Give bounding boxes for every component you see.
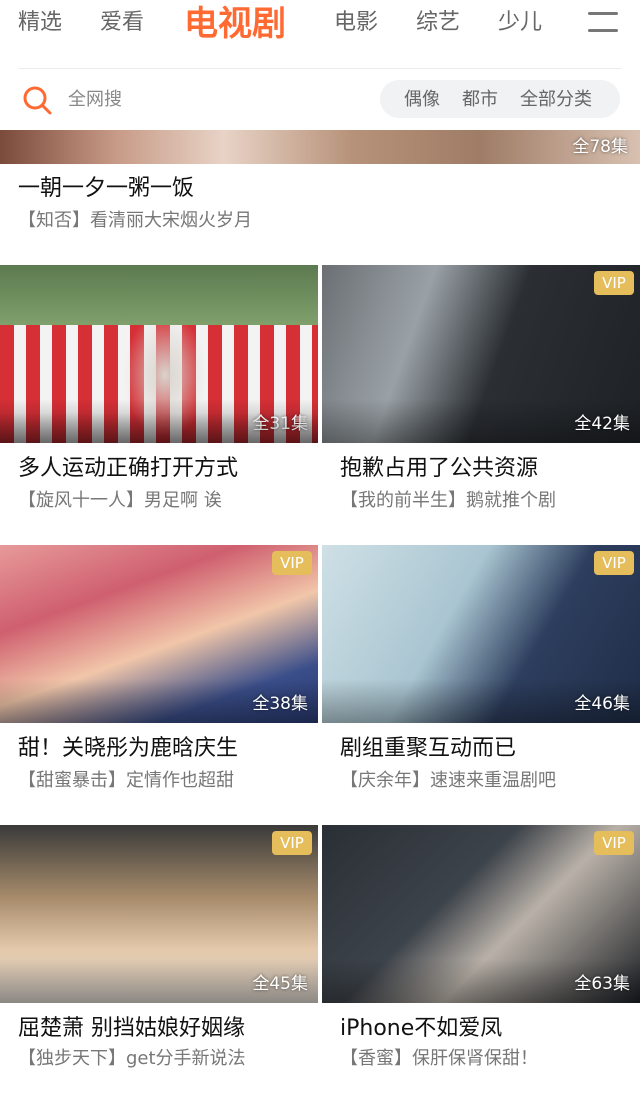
banner-title[interactable]: 一朝一夕一粥一饭 [18,174,194,204]
video-thumbnail[interactable]: VIP 全38集 [0,545,318,723]
search-icon[interactable] [22,85,52,115]
nav-divider [18,68,622,69]
video-title[interactable]: 剧组重聚互动而已 [340,734,516,764]
banner-thumbnail[interactable]: 全78集 [0,130,640,164]
tab-featured[interactable]: 精选 [18,8,62,38]
vip-badge: VIP [272,831,312,855]
tab-kids[interactable]: 少儿 [498,8,542,38]
video-title[interactable]: 抱歉占用了公共资源 [340,454,538,484]
search-input[interactable]: 全网搜 [68,88,122,112]
vip-badge: VIP [272,551,312,575]
video-subtitle: 【香蜜】保肝保肾保甜！ [340,1048,538,1069]
video-thumbnail[interactable]: VIP 全42集 [322,265,640,443]
episode-count: 全31集 [252,414,308,434]
filter-idol[interactable]: 偶像 [404,89,440,111]
vip-badge: VIP [594,831,634,855]
tab-tv-series[interactable]: 电视剧 [184,2,286,46]
episode-count: 全63集 [574,974,630,994]
tab-movies[interactable]: 电影 [334,8,378,38]
filter-urban[interactable]: 都市 [462,89,498,111]
tab-favorites[interactable]: 爱看 [100,8,144,38]
video-title[interactable]: 屈楚萧 别挡姑娘好姻缘 [18,1014,245,1044]
vip-badge: VIP [594,551,634,575]
video-subtitle: 【旋风十一人】男足啊 诶 [18,490,222,511]
video-title[interactable]: iPhone不如爱凤 [340,1014,502,1044]
video-thumbnail[interactable]: VIP 全46集 [322,545,640,723]
hamburger-icon[interactable] [588,10,618,36]
video-thumbnail[interactable]: VIP 全45集 [0,825,318,1003]
filter-all-categories[interactable]: 全部分类 [520,89,592,111]
episode-count: 全45集 [252,974,308,994]
video-title[interactable]: 甜！关晓彤为鹿晗庆生 [18,734,238,764]
video-title[interactable]: 多人运动正确打开方式 [18,454,238,484]
banner-subtitle: 【知否】看清丽大宋烟火岁月 [18,210,252,231]
episode-count: 全78集 [572,137,628,157]
video-thumbnail[interactable]: 全31集 [0,265,318,443]
video-subtitle: 【甜蜜暴击】定情作也超甜 [18,770,234,791]
vip-badge: VIP [594,271,634,295]
tab-variety[interactable]: 综艺 [416,8,460,38]
channel-nav: 精选 爱看 电视剧 电影 综艺 少儿 [0,0,640,56]
episode-count: 全42集 [574,414,630,434]
video-subtitle: 【我的前半生】鹅就推个剧 [340,490,556,511]
episode-count: 全38集 [252,694,308,714]
category-filter-bar: 偶像 都市 全部分类 [380,80,620,118]
episode-count: 全46集 [574,694,630,714]
video-thumbnail[interactable]: VIP 全63集 [322,825,640,1003]
video-subtitle: 【庆余年】速速来重温剧吧 [340,770,556,791]
video-subtitle: 【独步天下】get分手新说法 [18,1048,246,1069]
